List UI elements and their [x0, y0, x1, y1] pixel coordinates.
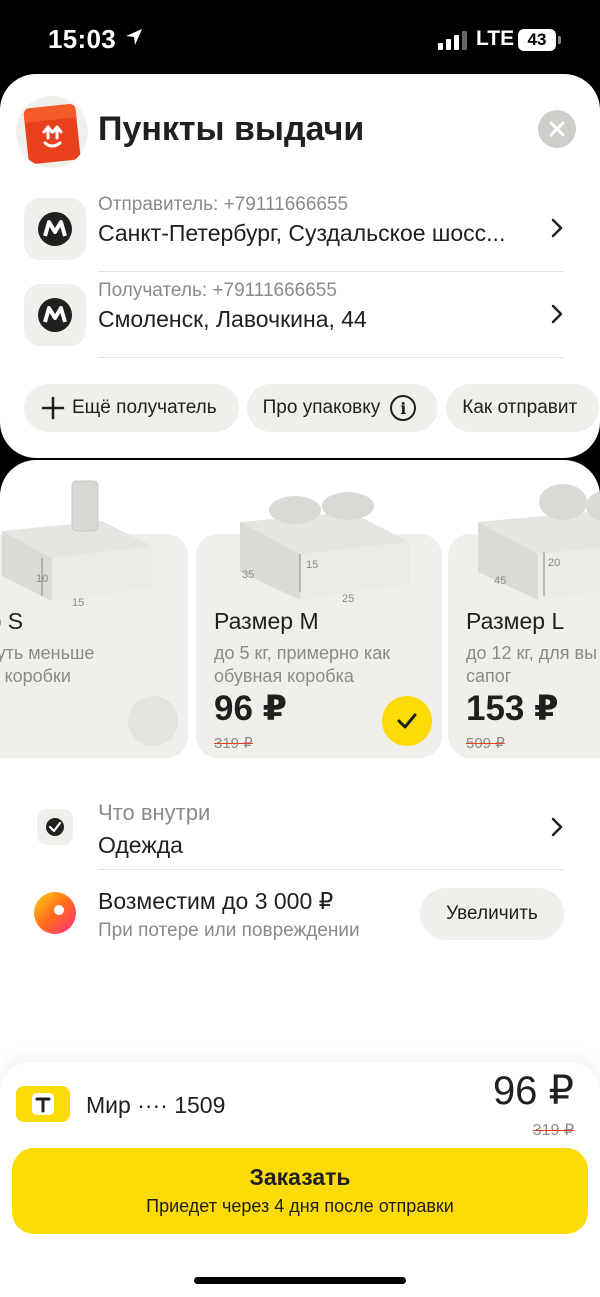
chip-label: Ещё получатель	[72, 397, 217, 418]
size-name: Размер L	[466, 608, 565, 634]
chip-label: Про упаковку	[262, 397, 381, 418]
insurance-subtitle: При потере или повреждении	[98, 920, 360, 941]
check-icon	[397, 713, 417, 729]
status-time: 15:03	[48, 24, 116, 54]
divider	[98, 357, 564, 358]
chevron-right-icon	[551, 304, 563, 324]
size-price: 96 ₽	[214, 689, 288, 728]
box-s-illustration: 10 25 15	[2, 480, 152, 606]
dim-width: 25	[342, 593, 354, 604]
bottom-panel: Мир ···· 1509 96 ₽ 319 ₽ Заказать Приеде…	[0, 1062, 600, 1297]
insurance-logo-icon	[34, 892, 76, 934]
close-icon	[549, 121, 565, 137]
sender-row[interactable]: Отправитель: +79111666655 Санкт-Петербур…	[24, 186, 564, 272]
contents-row[interactable]: Что внутри Одежда	[36, 790, 564, 870]
marketplace-logo-icon	[24, 198, 86, 260]
increase-button[interactable]: Увеличить	[420, 888, 564, 940]
plus-icon	[41, 396, 65, 420]
add-recipient-chip[interactable]: Ещё получатель	[24, 384, 239, 432]
dim-width: 15	[72, 597, 84, 606]
divider	[98, 869, 564, 870]
size-radio-selected[interactable]	[382, 696, 432, 746]
size-radio[interactable]	[128, 696, 178, 746]
total-price: 96 ₽	[492, 1069, 574, 1113]
total-old-price: 319 ₽	[532, 1122, 574, 1139]
chips-row: Ещё получатель Про упаковку i Как отправ…	[24, 384, 600, 432]
dim-height: 20	[548, 557, 560, 569]
close-button[interactable]	[538, 110, 576, 148]
location-arrow-icon	[126, 29, 142, 45]
dim-depth: 45	[494, 575, 506, 587]
order-button-subtitle: Приедет через 4 дня после отправки	[146, 1196, 454, 1216]
status-bar: 15:03 LTE 43	[0, 0, 600, 76]
size-name: Размер M	[214, 608, 319, 634]
bank-card-icon[interactable]	[16, 1086, 70, 1122]
size-price: 153 ₽	[466, 689, 559, 728]
chevron-right-icon	[551, 218, 563, 238]
size-old-price: 319 ₽	[214, 735, 253, 752]
dim-depth: 35	[242, 569, 254, 581]
order-button-title: Заказать	[249, 1164, 351, 1190]
size-card-m[interactable]: 15 35 25 Размер M до 5 кг, примерно как …	[196, 492, 442, 758]
box-m-illustration: 15 35 25	[240, 492, 410, 604]
box-l-illustration: 20 45 3	[478, 484, 600, 600]
size-card-s[interactable]: 10 25 15 мер S кг, чуть меньше вной коро…	[0, 480, 188, 758]
marketplace-logo-icon	[24, 284, 86, 346]
size-description: кг, чуть меньше вной коробки	[0, 643, 95, 686]
parcel-logo-icon	[16, 96, 88, 168]
page-title: Пункты выдачи	[98, 110, 365, 148]
address-card: Пункты выдачи Отправитель: +79111666655 …	[0, 74, 600, 458]
sender-label: Отправитель: +79111666655	[98, 194, 349, 215]
how-to-send-chip[interactable]: Как отправит	[446, 384, 600, 432]
recipient-row[interactable]: Получатель: +79111666655 Смоленск, Лавоч…	[24, 272, 564, 358]
signal-icon	[438, 30, 467, 50]
contents-label: Что внутри	[98, 800, 211, 825]
insurance-title: Возместим до 3 000 ₽	[98, 888, 334, 914]
home-indicator[interactable]	[194, 1277, 406, 1284]
packaging-info-chip[interactable]: Про упаковку i	[246, 384, 439, 432]
size-name: мер S	[0, 608, 24, 634]
info-icon: i	[390, 395, 417, 421]
chevron-right-icon	[551, 817, 563, 837]
size-card-l[interactable]: 20 45 3 Размер L до 12 кг, для вы сапог …	[448, 484, 600, 758]
order-button[interactable]: Заказать Приедет через 4 дня после отпра…	[12, 1148, 588, 1234]
network-type: LTE	[476, 27, 515, 50]
dim-height: 10	[36, 573, 48, 585]
recipient-address: Смоленск, Лавочкина, 44	[98, 306, 367, 332]
checkbox-icon	[37, 809, 73, 845]
contents-value: Одежда	[98, 832, 183, 858]
size-old-price: 509 ₽	[466, 735, 505, 752]
size-description: до 12 кг, для вы сапог	[466, 643, 598, 686]
payment-method[interactable]: Мир ···· 1509	[86, 1092, 225, 1119]
dim-height: 15	[306, 559, 318, 571]
chip-label: Как отправит	[462, 397, 578, 418]
sender-address: Санкт-Петербург, Суздальское шосс...	[98, 220, 506, 246]
battery-icon: 43	[518, 29, 561, 51]
recipient-label: Получатель: +79111666655	[98, 280, 337, 301]
size-description: до 5 кг, примерно как обувная коробка	[214, 643, 391, 686]
